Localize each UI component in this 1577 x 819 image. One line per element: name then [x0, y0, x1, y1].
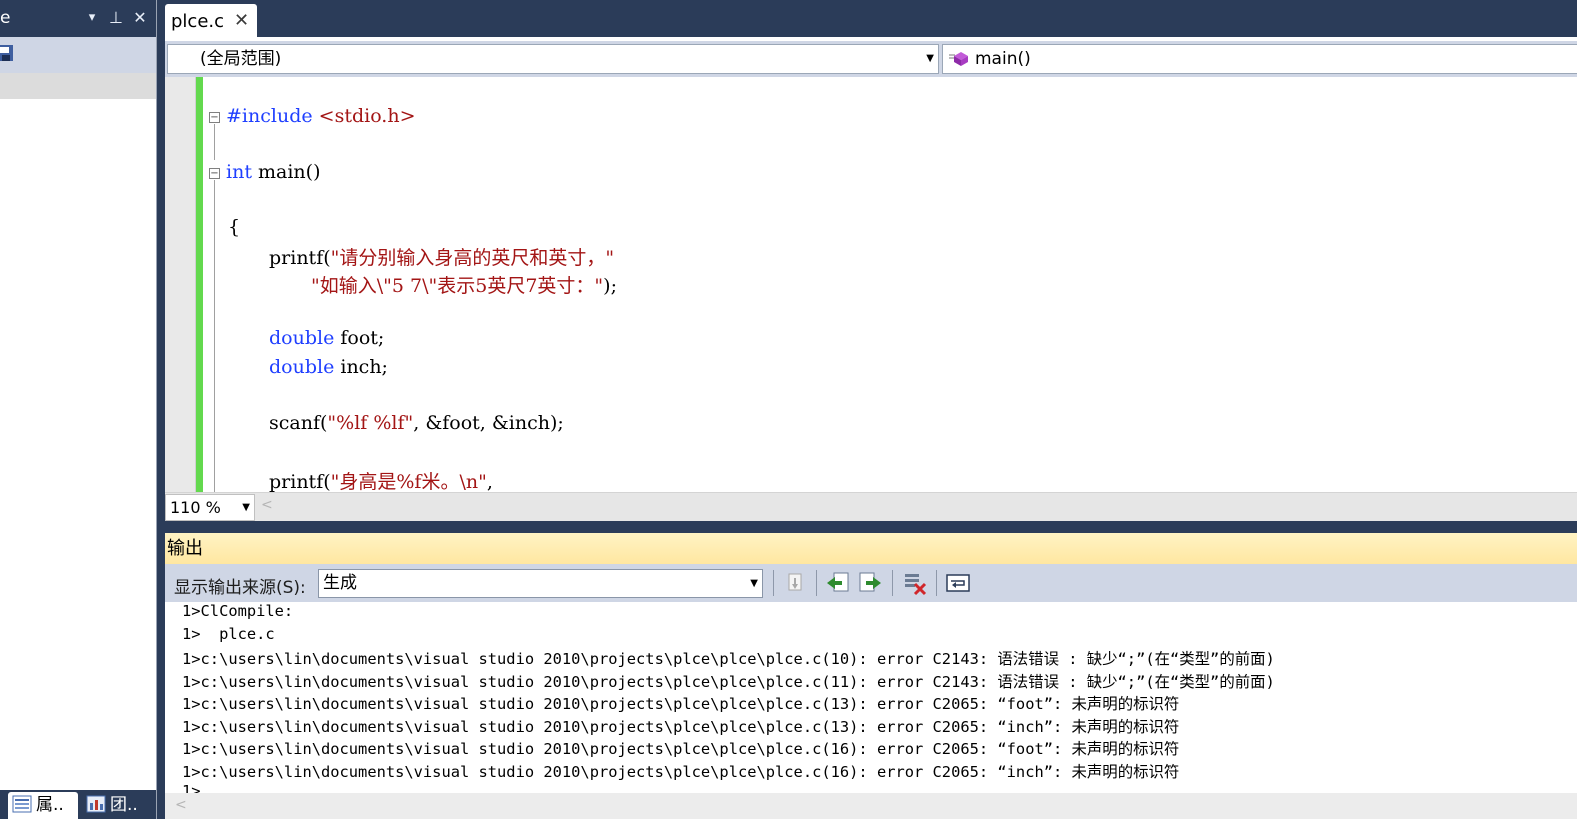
indicator-margin — [165, 77, 196, 492]
code-line-11: scanf("%lf %lf", &foot, &inch); — [269, 412, 564, 434]
scope-value: (全局范围) — [200, 49, 282, 69]
output-panel-title: 输出 — [165, 533, 1577, 564]
output-line: 1>c:\users\lin\documents\visual studio 2… — [182, 740, 1180, 758]
tab-plce-c[interactable]: plce.c ✕ — [165, 4, 257, 37]
doc-tab-label: plce.c — [171, 11, 225, 32]
properties-icon — [12, 795, 32, 813]
team-explorer-icon — [86, 795, 106, 813]
function-value: main() — [975, 49, 1031, 69]
output-title-text: 输出 — [167, 538, 203, 559]
next-message-icon[interactable] — [857, 570, 883, 596]
output-toolbar: 显示输出来源(S): 生成 ▼ — [165, 564, 1577, 602]
output-line: 1>c:\users\lin\documents\visual studio 2… — [182, 695, 1180, 713]
save-icon[interactable] — [0, 44, 14, 62]
chevron-down-icon: ▼ — [926, 53, 934, 64]
pin-icon[interactable]: ⊥ — [106, 8, 126, 28]
output-source-select[interactable]: 生成 ▼ — [318, 569, 763, 598]
output-source-value: 生成 — [323, 573, 357, 593]
tab-team-label: 团.. — [110, 795, 138, 815]
output-line: 1>c:\users\lin\documents\visual studio 2… — [182, 650, 1275, 668]
toolbar-separator — [936, 570, 937, 596]
scroll-left-icon[interactable]: < — [175, 797, 187, 813]
output-line: 1>c:\users\lin\documents\visual studio 2… — [182, 718, 1180, 736]
code-line-3: int main() — [226, 161, 321, 183]
clear-all-icon[interactable] — [902, 570, 928, 596]
left-panel-toolbar — [0, 37, 156, 73]
code-line-6: "如输入\"5 7\"表示5英尺7英寸："); — [311, 275, 617, 297]
outline-line — [214, 124, 215, 160]
left-panel-title: e — [0, 8, 11, 28]
output-line: 1>c:\users\lin\documents\visual studio 2… — [182, 673, 1275, 691]
word-wrap-icon[interactable] — [945, 570, 971, 596]
output-line: 1> — [182, 782, 201, 793]
chevron-down-icon: ▼ — [750, 578, 758, 589]
outline-line — [214, 180, 215, 492]
tab-properties-label: 属.. — [36, 795, 64, 815]
doc-tab-close-icon[interactable]: ✕ — [234, 10, 249, 31]
tab-properties[interactable]: 属.. — [8, 792, 78, 819]
panel-close-icon[interactable]: ✕ — [130, 8, 150, 28]
tab-team[interactable]: 团.. — [82, 792, 154, 819]
code-line-9: double inch; — [269, 356, 388, 378]
code-editor[interactable]: − − #include <stdio.h> int main() { prin… — [165, 77, 1577, 492]
scroll-left-icon[interactable]: < — [261, 497, 273, 513]
code-line-8: double foot; — [269, 327, 385, 349]
left-panel-tabs: 属.. 团.. — [0, 790, 156, 819]
scope-dropdown[interactable]: (全局范围) ▼ — [167, 44, 939, 74]
output-horizontal-scrollbar[interactable]: < — [165, 793, 1577, 819]
zoom-dropdown[interactable]: 110 % ▼ — [165, 494, 255, 521]
panel-dropdown-icon[interactable]: ▾ — [82, 8, 102, 28]
collapse-main-icon[interactable]: − — [209, 168, 220, 179]
toolbar-separator — [816, 570, 817, 596]
code-line-1: #include <stdio.h> — [226, 105, 416, 127]
zoom-value: 110 % — [170, 498, 221, 517]
method-icon — [949, 52, 968, 66]
toolbar-separator — [892, 570, 893, 596]
code-line-13: printf("身高是%f米。\n", — [269, 471, 493, 492]
left-tool-panel: e ▾ ⊥ ✕ 属.. 团.. — [0, 0, 157, 819]
code-line-4: { — [228, 216, 241, 238]
left-panel-titlebar: e ▾ ⊥ ✕ — [0, 0, 156, 37]
output-line: 1>ClCompile: — [182, 602, 294, 620]
left-panel-header-strip — [0, 73, 156, 99]
navigation-bar: (全局范围) ▼ main() — [165, 41, 1577, 77]
chevron-down-icon: ▼ — [242, 502, 250, 513]
toolbar-separator — [773, 570, 774, 596]
previous-message-icon[interactable] — [825, 570, 851, 596]
output-line: 1> plce.c — [182, 625, 275, 643]
collapse-include-icon[interactable]: − — [209, 112, 220, 123]
editor-zoom-bar: 110 % ▼ < — [165, 492, 1577, 521]
function-dropdown[interactable]: main() — [942, 44, 1577, 74]
output-line: 1>c:\users\lin\documents\visual studio 2… — [182, 763, 1180, 781]
ide-window: e ▾ ⊥ ✕ 属.. 团.. plce.c ✕ (全局范围) ▼ main()… — [0, 0, 1577, 819]
output-source-label: 显示输出来源(S): — [174, 578, 306, 598]
goto-location-icon[interactable] — [782, 570, 808, 596]
output-text-area[interactable]: 1>ClCompile: 1> plce.c 1>c:\users\lin\do… — [165, 602, 1577, 793]
code-line-5: printf("请分别输入身高的英尺和英寸，" — [269, 247, 615, 269]
change-tracking-bar — [196, 77, 203, 492]
